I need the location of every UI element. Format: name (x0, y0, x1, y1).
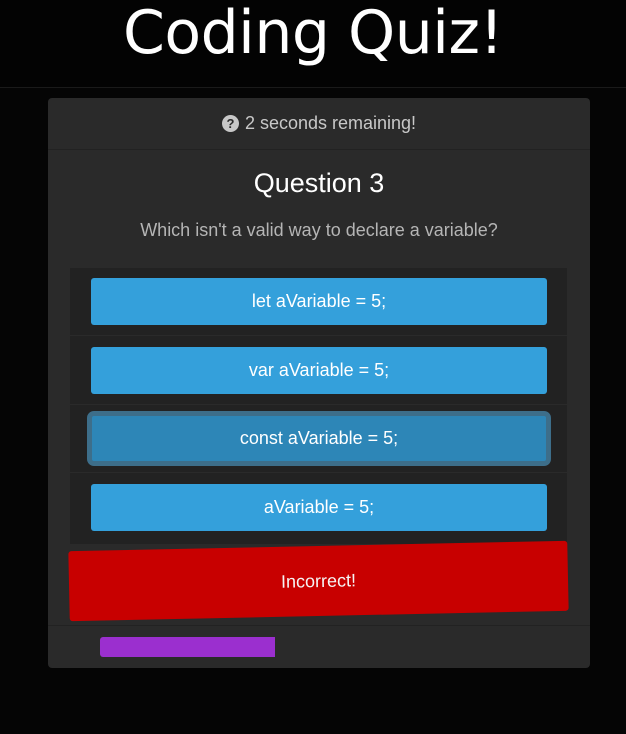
question-circle-icon: ? (221, 115, 239, 132)
question-title: Question 3 (253, 168, 385, 198)
progress-bar (100, 637, 538, 657)
list-item: var aVariable = 5; (70, 337, 567, 405)
answer-button-1[interactable]: let aVariable = 5; (91, 278, 547, 325)
timer-text: 2 seconds remaining! (244, 113, 417, 133)
answer-button-2[interactable]: var aVariable = 5; (91, 347, 547, 394)
progress-fill (100, 637, 276, 657)
list-item: let aVariable = 5; (70, 268, 567, 336)
feedback-banner: Incorrect! (68, 540, 569, 622)
list-item: aVariable = 5; (70, 474, 567, 542)
answer-list: let aVariable = 5; var aVariable = 5; co… (70, 268, 567, 544)
answer-button-3[interactable]: const aVariable = 5; (87, 411, 551, 466)
card-footer-divider (48, 625, 590, 626)
feedback-text: Incorrect! (280, 569, 357, 592)
header: Coding Quiz! (0, 0, 626, 88)
question-text: Which isn't a valid way to declare a var… (140, 220, 498, 240)
page-title: Coding Quiz! (122, 0, 504, 68)
timer-bar: ? 2 seconds remaining! (48, 98, 590, 150)
answer-button-4[interactable]: aVariable = 5; (91, 484, 547, 531)
list-item: const aVariable = 5; (70, 405, 567, 473)
